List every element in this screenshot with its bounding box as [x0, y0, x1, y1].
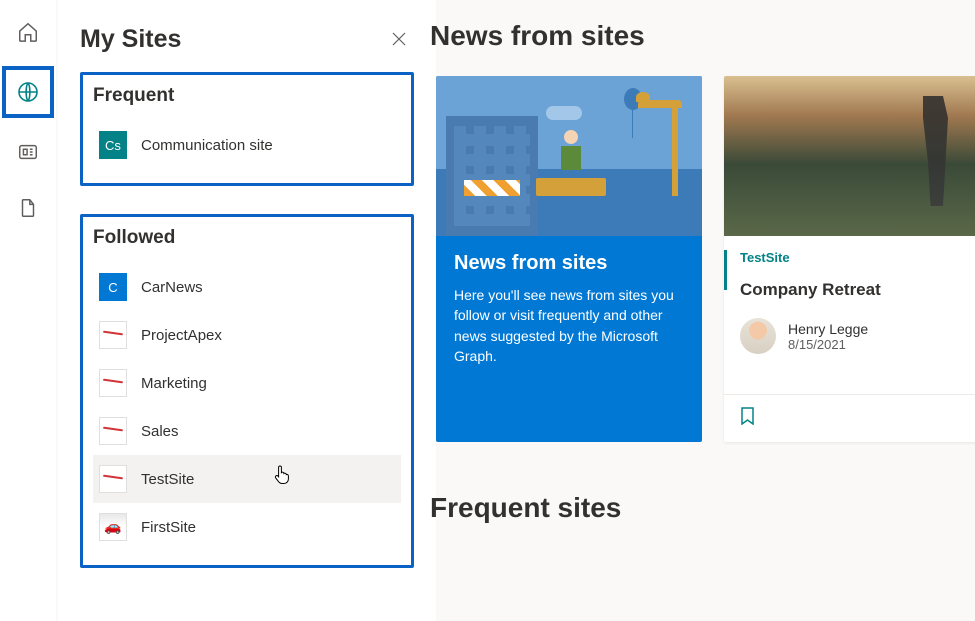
- article-card[interactable]: TestSite Company Retreat Henry Legge 8/1…: [724, 76, 975, 442]
- bookmark-icon[interactable]: [740, 407, 755, 430]
- article-author: Henry Legge 8/15/2021: [740, 318, 962, 354]
- news-icon[interactable]: [6, 130, 50, 174]
- site-thumb: [99, 513, 127, 541]
- news-card-body: News from sites Here you'll see news fro…: [436, 236, 702, 394]
- article-image: [724, 76, 975, 236]
- avatar: [740, 318, 776, 354]
- frequent-sites-heading: Frequent sites: [430, 492, 975, 524]
- my-sites-panel: My Sites Frequent Cs Communication site …: [58, 0, 436, 621]
- nav-rail: [0, 0, 56, 621]
- site-thumb: [99, 369, 127, 397]
- site-thumb: [99, 465, 127, 493]
- article-title: Company Retreat: [740, 280, 962, 300]
- globe-icon[interactable]: [2, 66, 54, 118]
- cards-row: News from sites Here you'll see news fro…: [436, 76, 975, 442]
- panel-title: My Sites: [80, 25, 181, 54]
- home-icon[interactable]: [6, 10, 50, 54]
- site-thumb: Cs: [99, 131, 127, 159]
- news-heading: News from sites: [430, 20, 975, 52]
- site-label: Marketing: [141, 375, 207, 392]
- close-icon[interactable]: [384, 24, 414, 54]
- site-item-sales[interactable]: Sales: [93, 407, 401, 455]
- cursor-hand-icon: [273, 463, 293, 490]
- site-label: FirstSite: [141, 519, 196, 536]
- site-label: CarNews: [141, 279, 203, 296]
- site-label: TestSite: [141, 471, 194, 488]
- site-item-communication-site[interactable]: Cs Communication site: [93, 121, 401, 169]
- site-item-firstsite[interactable]: FirstSite: [93, 503, 401, 551]
- site-thumb: [99, 321, 127, 349]
- news-info-card: News from sites Here you'll see news fro…: [436, 76, 702, 442]
- main-area: News from sites News from sites Here you…: [436, 0, 975, 621]
- author-date: 8/15/2021: [788, 337, 868, 352]
- news-card-text: Here you'll see news from sites you foll…: [454, 285, 684, 366]
- site-label: ProjectApex: [141, 327, 222, 344]
- site-item-testsite[interactable]: TestSite: [93, 455, 401, 503]
- panel-header: My Sites: [80, 24, 414, 54]
- site-item-carnews[interactable]: C CarNews: [93, 263, 401, 311]
- frequent-section: Frequent Cs Communication site: [80, 72, 414, 186]
- site-label: Communication site: [141, 137, 273, 154]
- followed-section: Followed C CarNews ProjectApex Marketing…: [80, 214, 414, 568]
- article-body: TestSite Company Retreat Henry Legge 8/1…: [724, 236, 975, 394]
- site-thumb: C: [99, 273, 127, 301]
- site-item-projectapex[interactable]: ProjectApex: [93, 311, 401, 359]
- file-icon[interactable]: [6, 186, 50, 230]
- frequent-heading: Frequent: [93, 85, 401, 107]
- news-illustration: [436, 76, 702, 236]
- card-footer: [724, 394, 975, 442]
- news-card-title: News from sites: [454, 252, 684, 275]
- author-name: Henry Legge: [788, 321, 868, 337]
- followed-heading: Followed: [93, 227, 401, 249]
- site-item-marketing[interactable]: Marketing: [93, 359, 401, 407]
- site-label: Sales: [141, 423, 179, 440]
- site-thumb: [99, 417, 127, 445]
